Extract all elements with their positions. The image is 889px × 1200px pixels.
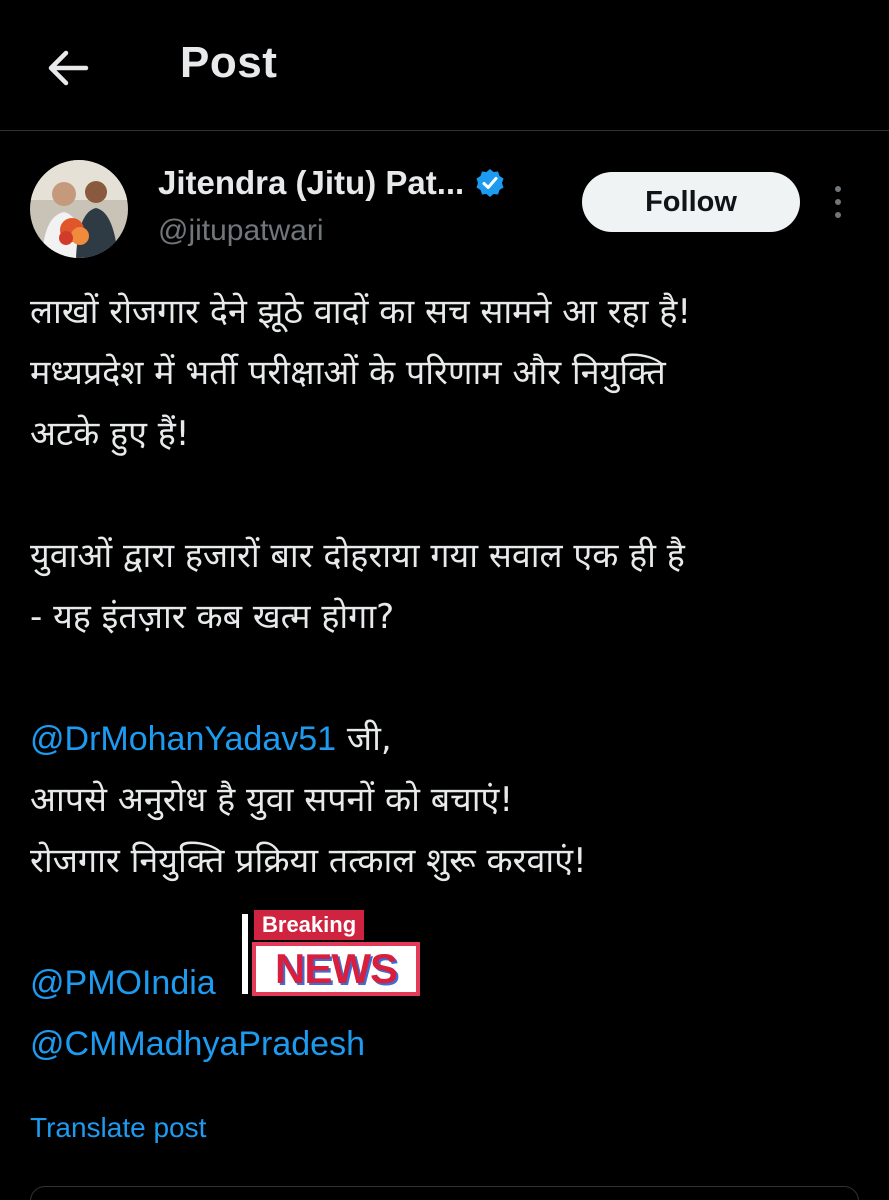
back-arrow-icon[interactable]: [40, 40, 96, 96]
post-line: अटके हुए हैं!: [30, 414, 190, 454]
top-bar: Post: [0, 0, 889, 131]
breaking-news-overlay: Breaking NEWS: [242, 910, 420, 996]
post-line: - यह इंतज़ार कब खत्म होगा?: [30, 597, 395, 637]
reply-box-edge: [30, 1186, 859, 1200]
post-line: मध्यप्रदेश में भर्ती परीक्षाओं के परिणाम…: [30, 353, 666, 393]
breaking-label: Breaking: [254, 910, 365, 940]
news-label-box: NEWS: [252, 942, 420, 996]
overlay-bar: [242, 914, 248, 994]
author-handle[interactable]: @jitupatwari: [158, 214, 324, 248]
mention-link[interactable]: @PMOIndia: [30, 964, 216, 1002]
mention-line: @PMOIndia: [30, 953, 865, 1014]
translate-post-link[interactable]: Translate post: [30, 1112, 206, 1144]
post-line: युवाओं द्वारा हजारों बार दोहराया गया सवा…: [30, 536, 685, 576]
header-divider: [0, 130, 889, 131]
mention-line: @DrMohanYadav51 जी,: [30, 709, 865, 770]
post-text: लाखों रोजगार देने झूठे वादों का सच सामने…: [30, 282, 865, 1075]
verified-badge-icon: [474, 167, 506, 199]
mention-suffix: जी,: [336, 719, 392, 759]
follow-button[interactable]: Follow: [582, 172, 800, 232]
post-line: आपसे अनुरोध है युवा सपनों को बचाएं!: [30, 780, 513, 820]
mention-link[interactable]: @DrMohanYadav51: [30, 720, 336, 758]
mention-link[interactable]: @CMMadhyaPradesh: [30, 1025, 365, 1063]
page-title: Post: [180, 38, 278, 87]
more-options-icon[interactable]: [826, 183, 850, 223]
news-label: NEWS: [275, 945, 398, 992]
author-name-row[interactable]: Jitendra (Jitu) Pat...: [158, 164, 506, 202]
post-line: रोजगार नियुक्ति प्रक्रिया तत्काल शुरू कर…: [30, 841, 587, 881]
post-line: लाखों रोजगार देने झूठे वादों का सच सामने…: [30, 292, 691, 332]
mention-line: @CMMadhyaPradesh: [30, 1014, 865, 1075]
avatar[interactable]: [30, 160, 128, 258]
author-name[interactable]: Jitendra (Jitu) Pat...: [158, 164, 464, 202]
